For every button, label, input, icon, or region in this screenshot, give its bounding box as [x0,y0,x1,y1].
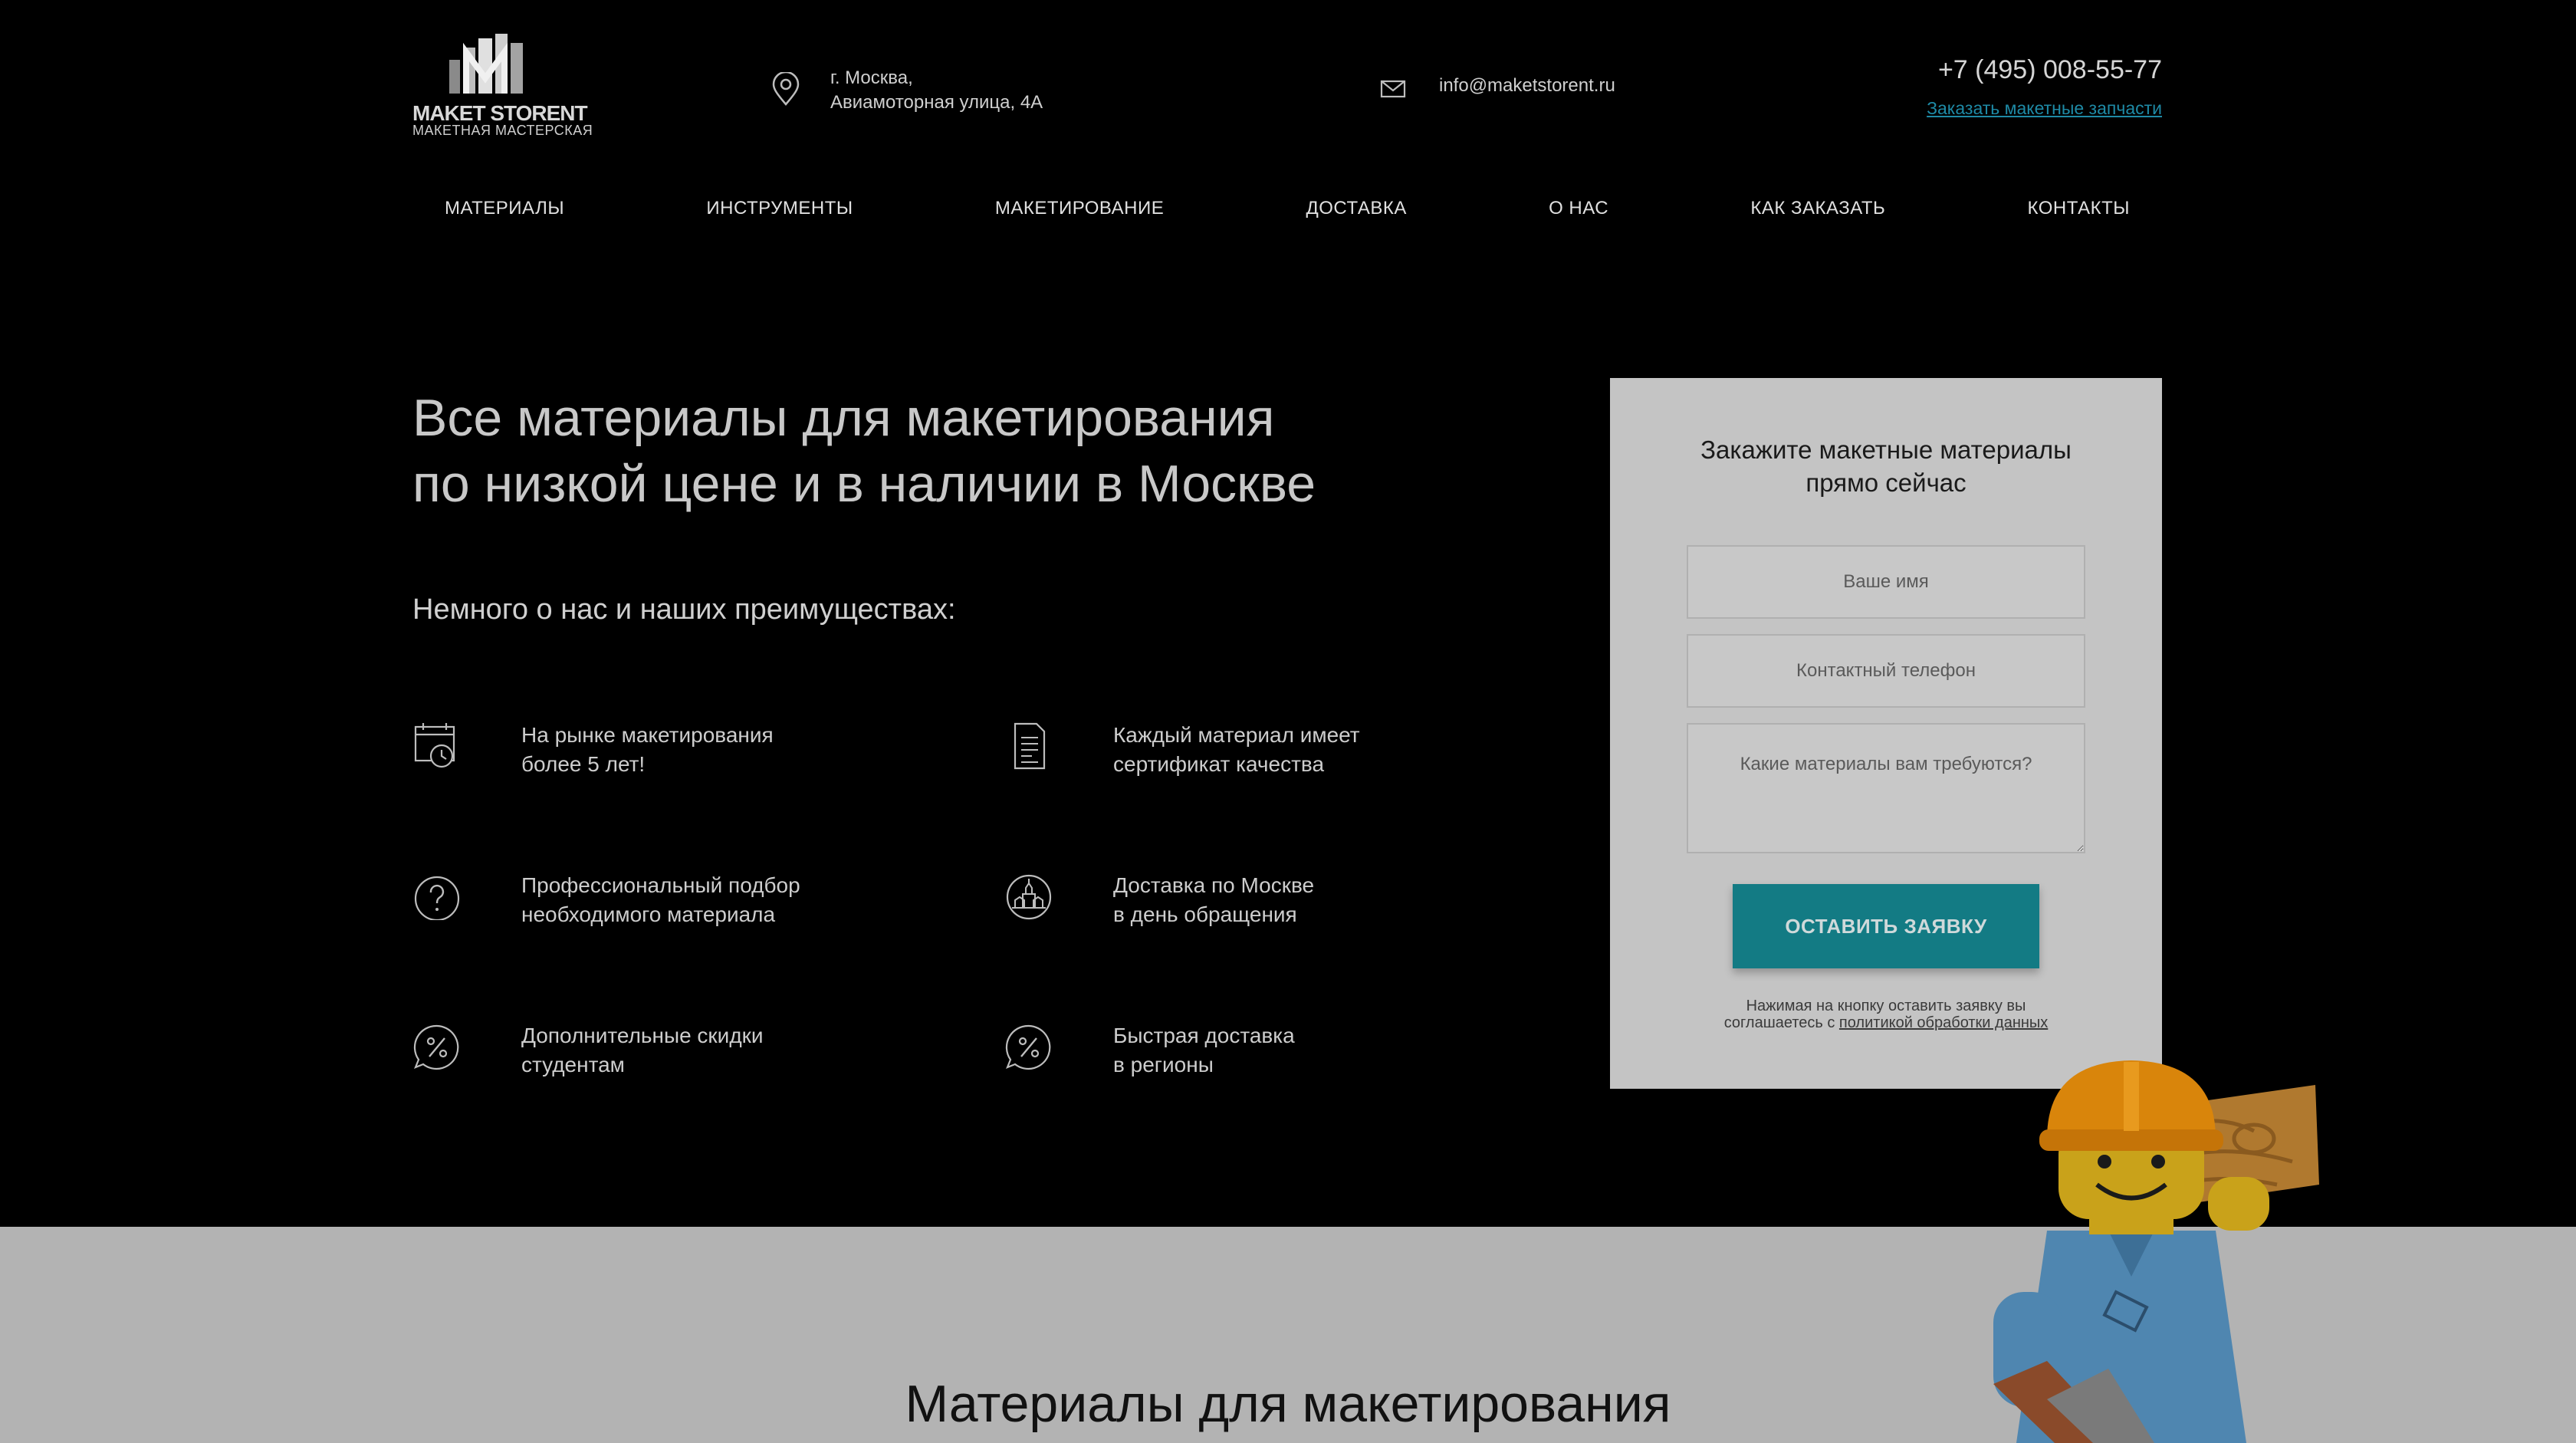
feature-item: Быстрая доставка в регионы [1004,1021,1503,1098]
consent-prefix: соглашаетесь с [1723,1014,1839,1031]
order-parts-link[interactable]: Заказать макетные запчасти [1927,98,2162,119]
lego-builder-mascot-image [1993,1060,2319,1443]
form-title-line-2: прямо сейчас [1806,468,1967,497]
site-logo[interactable]: MAKET STORENT МАКЕТНАЯ МАСТЕРСКАЯ [412,31,593,146]
feature-line-2: сертификат качества [1113,752,1325,776]
logo-subtitle: МАКЕТНАЯ МАСТЕРСКАЯ [412,123,593,138]
feature-line-1: Доставка по Москве [1113,873,1315,897]
feature-line-1: Каждый материал имеет [1113,723,1360,747]
hero-title-line-1: Все материалы для макетирования [412,389,1275,447]
certificate-document-icon [1014,722,1046,770]
nav-item-materials[interactable]: МАТЕРИАЛЫ [412,198,596,228]
phone-input[interactable] [1687,634,2085,708]
feature-item: Доставка по Москве в день обращения [1004,871,1503,948]
feature-item: Профессиональный подбор необходимого мат… [412,871,911,948]
logo-mark-icon [449,34,523,94]
address-line-1: г. Москва, [830,67,913,88]
consent-line-1: Нажимая на кнопку оставить заявку вы [1746,998,2026,1014]
materials-textarea[interactable] [1687,723,2085,853]
submit-request-button[interactable]: ОСТАВИТЬ ЗАЯВКУ [1733,884,2039,968]
nav-item-delivery[interactable]: ДОСТАВКА [1274,198,1439,228]
consent-note: Нажимая на кнопку оставить заявку вы сог… [1656,998,2116,1031]
feature-line-1: Дополнительные скидки [521,1024,764,1047]
location-pin-icon [772,72,800,106]
feature-line-1: Профессиональный подбор [521,873,800,897]
hero-title-line-2: по низкой цене и в наличии в Москве [412,455,1316,513]
nav-item-tools[interactable]: ИНСТРУМЕНТЫ [674,198,885,228]
address-block: г. Москва, Авиамоторная улица, 4А [770,66,1043,115]
calendar-clock-icon [414,723,455,768]
order-form: Закажите макетные материалы прямо сейчас… [1610,378,2162,1089]
feature-line-2: более 5 лет! [521,752,646,776]
percent-bubble-icon [413,1024,459,1070]
name-input[interactable] [1687,545,2085,619]
hero-title: Все материалы для макетирования по низко… [412,385,1316,517]
envelope-icon [1380,80,1406,98]
address-line-2: Авиамоторная улица, 4А [830,92,1043,113]
form-title: Закажите макетные материалы прямо сейчас [1610,433,2162,499]
feature-line-1: Быстрая доставка [1113,1024,1295,1047]
feature-item: Дополнительные скидки студентам [412,1021,911,1098]
nav-item-contacts[interactable]: КОНТАКТЫ [1996,198,2162,228]
feature-line-2: в день обращения [1113,902,1297,926]
email-link[interactable]: info@maketstorent.ru [1439,75,1615,96]
feature-item: Каждый материал имеет сертификат качеств… [1004,721,1503,797]
feature-item: На рынке макетирования более 5 лет! [412,721,911,797]
advantages-heading: Немного о нас и наших преимуществах: [412,593,956,626]
feature-line-2: необходимого материала [521,902,776,926]
phone-number[interactable]: +7 (495) 008-55-77 [1938,55,2162,85]
nav-item-how-to-order[interactable]: КАК ЗАКАЗАТЬ [1718,198,1917,228]
feature-line-2: в регионы [1113,1053,1214,1076]
form-title-line-1: Закажите макетные материалы [1700,436,2072,464]
nav-item-modeling[interactable]: МАКЕТИРОВАНИЕ [963,198,1196,228]
feature-line-2: студентам [521,1053,625,1076]
main-nav: МАТЕРИАЛЫ ИНСТРУМЕНТЫ МАКЕТИРОВАНИЕ ДОСТ… [412,198,2162,228]
feature-line-1: На рынке макетирования [521,723,774,747]
email-block[interactable]: info@maketstorent.ru [1380,75,1615,98]
kremlin-badge-icon [1006,874,1052,920]
nav-item-about[interactable]: О НАС [1516,198,1641,228]
percent-bubble-icon [1005,1024,1051,1070]
privacy-policy-link[interactable]: политикой обработки данных [1839,1014,2048,1031]
question-circle-icon [414,876,460,920]
